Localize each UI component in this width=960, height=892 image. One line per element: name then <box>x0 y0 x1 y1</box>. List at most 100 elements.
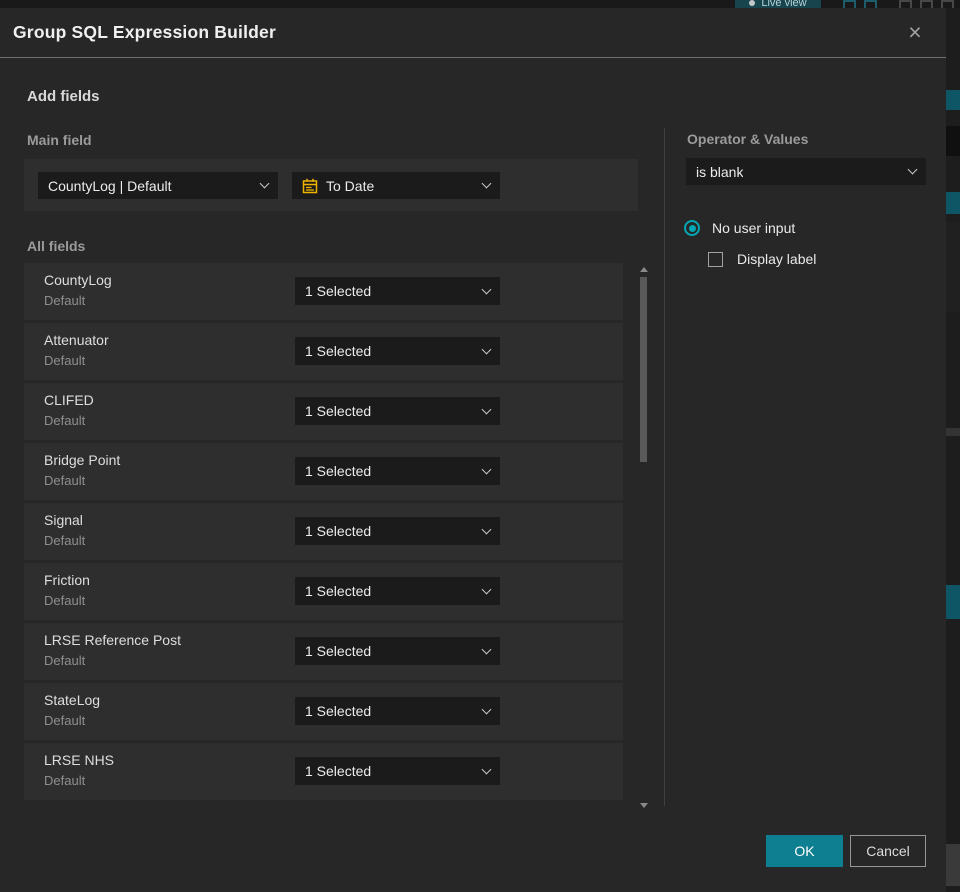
field-selected-value: 1 Selected <box>305 643 372 659</box>
field-name: LRSE Reference Post <box>44 632 181 648</box>
field-name: Bridge Point <box>44 452 121 468</box>
field-row: LRSE NHS Default 1 Selected <box>24 743 623 800</box>
chevron-down-icon <box>481 764 492 774</box>
toolbar-icon-fragment <box>899 0 912 8</box>
backdrop-fragment <box>946 222 960 312</box>
field-subtitle: Default <box>44 533 86 548</box>
no-user-input-radio[interactable]: No user input <box>684 220 795 236</box>
field-selected-dropdown[interactable]: 1 Selected <box>295 337 500 365</box>
field-subtitle: Default <box>44 473 86 488</box>
live-view-label: Live view <box>761 0 807 8</box>
app-backdrop-right <box>946 8 960 892</box>
toolbar-icon-fragment <box>920 0 933 8</box>
vertical-divider <box>664 128 665 806</box>
field-selected-value: 1 Selected <box>305 763 372 779</box>
field-selected-dropdown[interactable]: 1 Selected <box>295 517 500 545</box>
radio-selected-icon <box>684 220 700 236</box>
field-subtitle: Default <box>44 413 86 428</box>
field-selected-dropdown[interactable]: 1 Selected <box>295 637 500 665</box>
calendar-icon <box>302 178 318 193</box>
field-row: Bridge Point Default 1 Selected <box>24 443 623 500</box>
field-name: Friction <box>44 572 90 588</box>
field-selected-dropdown[interactable]: 1 Selected <box>295 697 500 725</box>
field-selected-value: 1 Selected <box>305 403 372 419</box>
checkbox-unchecked-icon[interactable] <box>708 251 723 267</box>
field-row: CLIFED Default 1 Selected <box>24 383 623 440</box>
field-row: LRSE Reference Post Default 1 Selected <box>24 623 623 680</box>
field-selected-dropdown[interactable]: 1 Selected <box>295 397 500 425</box>
toolbar-icon-fragment <box>843 0 856 8</box>
backdrop-fragment <box>946 90 960 110</box>
field-name: Signal <box>44 512 83 528</box>
main-value-select[interactable]: To Date <box>292 172 500 199</box>
field-selected-dropdown[interactable]: 1 Selected <box>295 757 500 785</box>
field-subtitle: Default <box>44 773 86 788</box>
field-subtitle: Default <box>44 293 86 308</box>
toolbar-icon-fragment <box>864 0 877 8</box>
backdrop-fragment <box>946 428 960 436</box>
field-selected-value: 1 Selected <box>305 343 372 359</box>
chevron-down-icon <box>481 524 492 534</box>
field-name: StateLog <box>44 692 101 708</box>
field-row: Signal Default 1 Selected <box>24 503 623 560</box>
field-row: Friction Default 1 Selected <box>24 563 623 620</box>
field-selected-value: 1 Selected <box>305 463 372 479</box>
backdrop-fragment <box>946 192 960 214</box>
scrollbar-thumb[interactable] <box>640 277 647 462</box>
field-selected-value: 1 Selected <box>305 283 372 299</box>
chevron-down-icon <box>481 404 492 414</box>
field-row: StateLog Default 1 Selected <box>24 683 623 740</box>
field-subtitle: Default <box>44 713 86 728</box>
all-fields-label: All fields <box>27 238 86 254</box>
backdrop-fragment <box>946 585 960 619</box>
field-subtitle: Default <box>44 353 86 368</box>
main-field-label: Main field <box>27 132 92 148</box>
chevron-down-icon <box>481 584 492 594</box>
no-user-input-label: No user input <box>712 220 796 236</box>
operator-select[interactable]: is blank <box>686 158 926 185</box>
list-scrollbar[interactable] <box>640 265 648 810</box>
chevron-down-icon <box>907 164 918 175</box>
chevron-down-icon <box>259 178 270 189</box>
operator-values-label: Operator & Values <box>687 131 809 147</box>
cancel-button[interactable]: Cancel <box>850 835 926 867</box>
field-name: CLIFED <box>44 392 94 408</box>
field-selected-dropdown[interactable]: 1 Selected <box>295 277 500 305</box>
main-field-panel: CountyLog | Default To Date <box>24 159 638 211</box>
field-row: Attenuator Default 1 Selected <box>24 323 623 380</box>
scroll-up-icon[interactable] <box>640 267 648 272</box>
field-name: CountyLog <box>44 272 112 288</box>
field-selected-dropdown[interactable]: 1 Selected <box>295 457 500 485</box>
chevron-down-icon <box>481 464 492 474</box>
field-name: Attenuator <box>44 332 109 348</box>
scroll-down-icon[interactable] <box>640 803 648 808</box>
live-view-button[interactable]: Live view <box>735 0 821 8</box>
field-selected-value: 1 Selected <box>305 583 372 599</box>
dialog-title-bar: Group SQL Expression Builder × <box>0 8 946 58</box>
display-label-checkbox-row[interactable]: Display label <box>708 251 816 267</box>
ok-button[interactable]: OK <box>766 835 843 867</box>
field-row: CountyLog Default 1 Selected <box>24 263 623 320</box>
toolbar-icon-fragment <box>941 0 954 8</box>
field-selected-dropdown[interactable]: 1 Selected <box>295 577 500 605</box>
chevron-down-icon <box>481 178 492 189</box>
close-icon[interactable]: × <box>902 20 928 46</box>
add-fields-heading: Add fields <box>27 88 100 105</box>
display-label-text: Display label <box>737 251 817 267</box>
field-selected-value: 1 Selected <box>305 523 372 539</box>
chevron-down-icon <box>481 284 492 294</box>
main-value-select-value: To Date <box>326 177 375 194</box>
group-sql-expression-builder-dialog: Group SQL Expression Builder × Add field… <box>0 8 946 892</box>
dialog-title: Group SQL Expression Builder <box>13 22 276 42</box>
backdrop-fragment <box>946 844 960 886</box>
backdrop-fragment <box>946 126 960 156</box>
chevron-down-icon <box>481 344 492 354</box>
app-backdrop-top: Live view <box>0 0 960 8</box>
main-field-select[interactable]: CountyLog | Default <box>38 172 278 199</box>
field-name: LRSE NHS <box>44 752 115 768</box>
chevron-down-icon <box>481 704 492 714</box>
chevron-down-icon <box>481 644 492 654</box>
field-selected-value: 1 Selected <box>305 703 372 719</box>
main-field-select-value: CountyLog | Default <box>48 177 172 194</box>
field-subtitle: Default <box>44 653 86 668</box>
